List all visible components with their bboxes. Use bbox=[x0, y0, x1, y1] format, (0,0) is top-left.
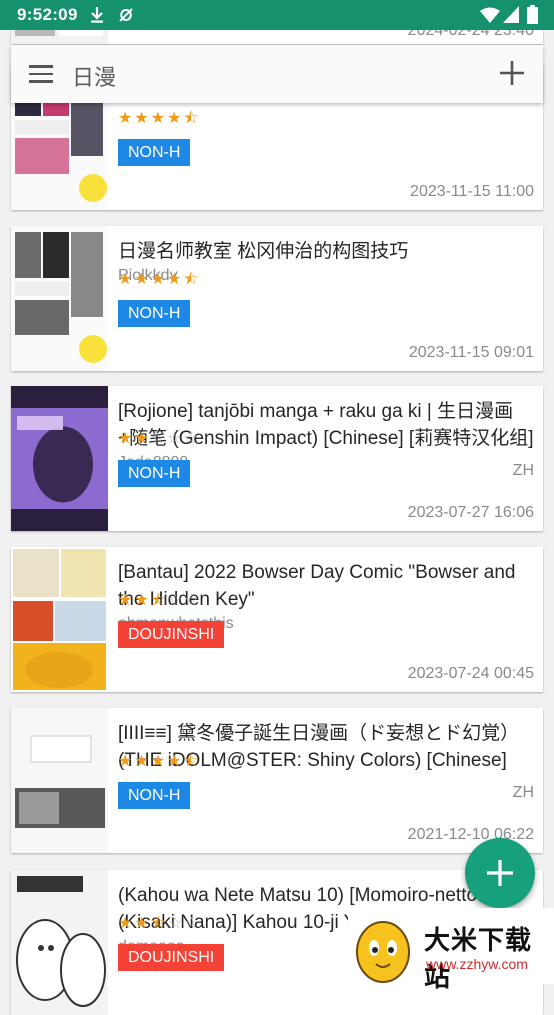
add-icon[interactable] bbox=[498, 59, 526, 87]
star-empty-icon: ☆ bbox=[167, 430, 184, 447]
plus-icon bbox=[487, 860, 513, 886]
gallery-title: 日漫名师教室 松冈伸治的构图技巧 bbox=[118, 241, 409, 262]
star-full-icon: ★ bbox=[134, 915, 151, 932]
search-query[interactable]: 日漫 bbox=[72, 60, 116, 92]
star-full-icon: ★ bbox=[150, 110, 168, 127]
cover-image bbox=[11, 870, 108, 1015]
star-full-icon: ★ bbox=[134, 592, 151, 609]
star-full-icon: ★ bbox=[118, 592, 135, 609]
menu-icon[interactable] bbox=[29, 65, 53, 83]
watermark-logo: 大米下载站 www.zzhyw.com bbox=[348, 908, 554, 992]
status-time: 9:52:09 bbox=[17, 5, 78, 24]
category-tag: NON-H bbox=[118, 782, 191, 809]
rating-stars: ★★⯪☆☆ bbox=[118, 589, 201, 616]
star-full-icon: ★ bbox=[118, 915, 135, 932]
star-half-icon: ⯪ bbox=[150, 915, 168, 932]
language-label: ZH bbox=[512, 462, 534, 479]
status-bar: 9:52:09 bbox=[0, 0, 554, 30]
star-full-icon: ★ bbox=[134, 753, 151, 770]
upload-date: 2023-07-27 16:06 bbox=[407, 504, 534, 521]
star-full-icon: ★ bbox=[150, 271, 168, 288]
star-half-icon: ⯪ bbox=[183, 271, 201, 288]
star-full-icon: ★ bbox=[167, 271, 184, 288]
category-tag: NON-H bbox=[118, 300, 191, 327]
star-empty-icon: ☆ bbox=[150, 430, 168, 447]
search-bar[interactable]: 日漫 bbox=[11, 45, 543, 103]
upload-date: 2023-07-24 00:45 bbox=[407, 665, 534, 682]
star-full-icon: ★ bbox=[134, 271, 151, 288]
star-full-icon: ★ bbox=[118, 271, 135, 288]
gallery-item[interactable]: 日漫名师教室 松冈伸治的构图技巧 Piolkkdv ★★★★⯪ NON-H 2023-1… bbox=[11, 226, 543, 371]
star-full-icon: ★ bbox=[134, 430, 151, 447]
category-tag: DOUJINSHI bbox=[118, 944, 225, 971]
gallery-item[interactable]: [Rojione] tanjōbi manga + raku ga ki | 生… bbox=[11, 386, 543, 531]
download-icon bbox=[91, 7, 103, 23]
star-half-icon: ⯪ bbox=[183, 110, 201, 127]
star-full-icon: ★ bbox=[118, 430, 135, 447]
star-empty-icon: ☆ bbox=[167, 592, 185, 609]
fab-add-button[interactable] bbox=[465, 838, 535, 908]
category-tag: NON-H bbox=[118, 139, 191, 166]
upload-date: 2023-11-15 11:00 bbox=[410, 183, 534, 200]
cover-image bbox=[11, 226, 108, 371]
rating-stars: ★★★★⯪ bbox=[118, 107, 201, 134]
language-label: ZH bbox=[512, 784, 534, 801]
star-empty-icon: ☆ bbox=[183, 430, 200, 447]
gallery-list[interactable]: NON-H2024-02-24 23:40 Piolkkdv★★★★⯪NON-H… bbox=[0, 0, 554, 1015]
gallery-item[interactable]: [IIII≡≡] 黛冬優子誕生日漫画（ド妄想とド幻覚）(THE iDOLM@ST… bbox=[11, 708, 543, 853]
cover-image bbox=[11, 708, 108, 853]
star-full-icon: ★ bbox=[134, 110, 151, 127]
rating-stars: ★★★★⯪ bbox=[118, 268, 201, 295]
cover-image bbox=[11, 386, 108, 531]
wifi-icon bbox=[480, 7, 500, 23]
mascot-icon bbox=[356, 921, 410, 983]
star-full-icon: ★ bbox=[150, 753, 168, 770]
star-full-icon: ★ bbox=[167, 753, 184, 770]
battery-icon bbox=[527, 5, 538, 24]
category-tag: NON-H bbox=[118, 460, 191, 487]
cover-image bbox=[11, 547, 108, 692]
star-empty-icon: ☆ bbox=[184, 592, 201, 609]
signal-icon bbox=[503, 6, 519, 23]
rating-stars: ★★☆☆☆ bbox=[118, 428, 200, 448]
star-full-icon: ★ bbox=[118, 110, 135, 127]
gallery-item[interactable]: [Bantau] 2022 Bowser Day Comic "Bowser a… bbox=[11, 547, 543, 692]
star-full-icon: ★ bbox=[167, 110, 184, 127]
rating-stars: ★★★★⯪ bbox=[118, 750, 201, 777]
upload-date: 2023-11-15 09:01 bbox=[408, 344, 534, 361]
star-half-icon: ⯪ bbox=[150, 592, 168, 609]
star-half-icon: ⯪ bbox=[183, 753, 201, 770]
category-tag: DOUJINSHI bbox=[118, 621, 225, 648]
no-sync-icon bbox=[119, 8, 133, 22]
star-empty-icon: ☆ bbox=[167, 915, 185, 932]
rating-stars: ★★⯪☆☆ bbox=[118, 912, 201, 939]
star-empty-icon: ☆ bbox=[184, 915, 201, 932]
watermark-url: www.zzhyw.com bbox=[426, 956, 528, 972]
star-full-icon: ★ bbox=[118, 753, 135, 770]
